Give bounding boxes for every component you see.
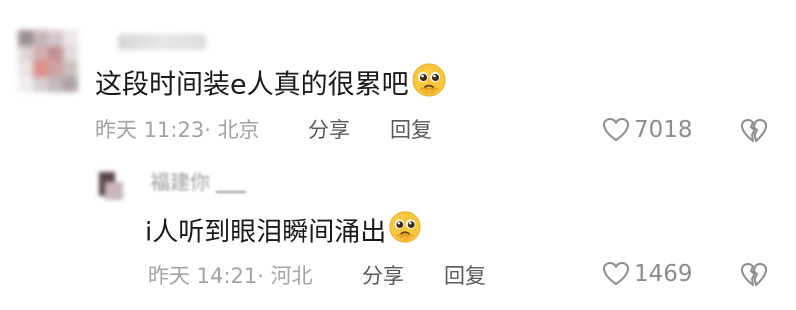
- comment-text: 这段时间装e人真的很累吧: [95, 62, 447, 110]
- reply-meta: 昨天 14:21· 河北: [148, 262, 313, 290]
- comment-location: 北京: [217, 118, 260, 142]
- reply-text-content: i人听到眼泪瞬间涌出: [145, 217, 387, 248]
- comment-meta: 昨天 11:23· 北京: [95, 116, 260, 144]
- meta-separator: ·: [257, 264, 271, 288]
- like-count: 7018: [634, 117, 693, 143]
- broken-heart-icon[interactable]: [740, 118, 768, 144]
- comment-time: 昨天 11:23: [95, 118, 205, 142]
- meta-separator: ·: [204, 118, 218, 142]
- reply-location: 河北: [270, 264, 313, 288]
- reply-like-button[interactable]: 1469: [602, 260, 693, 288]
- pleading-face-emoji-icon: [388, 210, 422, 256]
- reply-like-count: 1469: [634, 261, 693, 287]
- reply-text: i人听到眼泪瞬间涌出: [145, 210, 422, 256]
- pleading-face-emoji-icon: [411, 62, 447, 110]
- broken-heart-icon[interactable]: [740, 262, 768, 288]
- username-underline: [216, 191, 246, 193]
- avatar[interactable]: [18, 30, 78, 92]
- heart-icon: [602, 117, 630, 143]
- reply-share-button[interactable]: 分享: [362, 262, 404, 290]
- reply-avatar[interactable]: [95, 170, 125, 204]
- reply-button[interactable]: 回复: [390, 116, 432, 144]
- share-button[interactable]: 分享: [308, 116, 350, 144]
- reply-reply-button[interactable]: 回复: [444, 262, 486, 290]
- reply-time: 昨天 14:21: [148, 264, 258, 288]
- reply-username[interactable]: 福建你: [150, 170, 210, 192]
- username-blurred[interactable]: [118, 34, 206, 50]
- comment-text-content: 这段时间装e人真的很累吧: [95, 69, 409, 101]
- like-button[interactable]: 7018: [602, 116, 693, 144]
- heart-icon: [602, 261, 630, 287]
